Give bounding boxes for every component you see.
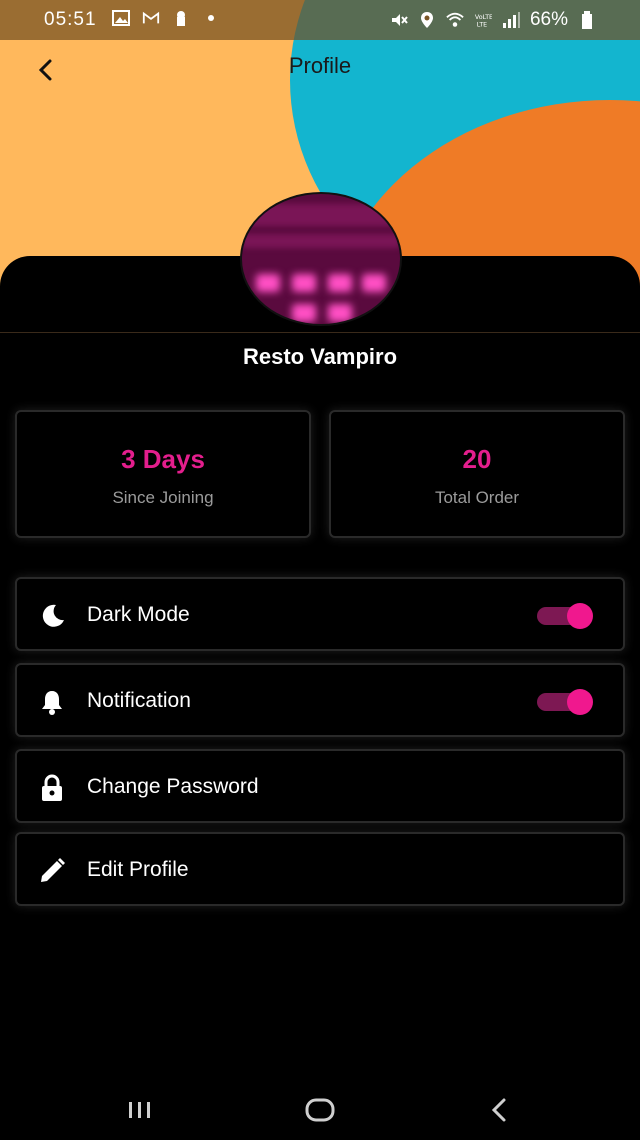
setting-label: Change Password (87, 775, 259, 798)
setting-dark-mode[interactable]: Dark Mode (15, 577, 625, 651)
setting-label: Notification (87, 689, 191, 712)
image-icon (112, 10, 130, 26)
wifi-icon (446, 12, 464, 27)
svg-text:LTE: LTE (477, 21, 487, 28)
avatar-dot (292, 274, 316, 292)
toggle-thumb (567, 689, 593, 715)
battery-icon (582, 11, 592, 29)
setting-label: Dark Mode (87, 603, 190, 626)
svg-text:VoLTE: VoLTE (475, 14, 492, 21)
recent-apps-icon[interactable] (120, 1094, 160, 1126)
avatar-dot (328, 274, 352, 292)
battery-percent: 66% (529, 9, 568, 30)
stat-card-total-order: 20 Total Order (329, 410, 625, 538)
avatar-dot (328, 304, 352, 322)
avatar[interactable] (240, 192, 402, 326)
avatar-dot (362, 274, 386, 292)
stat-label: Since Joining (112, 488, 214, 507)
volte-icon: VoLTELTE (475, 14, 492, 28)
bell-icon (42, 691, 62, 715)
setting-change-password[interactable]: Change Password (15, 749, 625, 823)
pencil-icon (41, 858, 65, 882)
avatar-dot (292, 304, 316, 322)
home-icon[interactable] (300, 1094, 340, 1126)
location-icon (420, 12, 433, 28)
setting-notification[interactable]: Notification (15, 663, 625, 737)
setting-edit-profile[interactable]: Edit Profile (15, 832, 625, 906)
gmail-icon (142, 11, 160, 24)
setting-label: Edit Profile (87, 858, 189, 881)
user-name: Resto Vampiro (242, 344, 398, 369)
stat-value: 20 (462, 444, 492, 474)
back-icon[interactable] (480, 1094, 520, 1126)
divider (0, 332, 640, 333)
dark-mode-toggle[interactable] (537, 603, 593, 629)
system-nav-bar (0, 1080, 640, 1140)
stat-label: Total Order (434, 488, 520, 507)
lock-icon (42, 774, 62, 801)
status-time: 05:51 (44, 9, 97, 30)
app-bar: Profile (0, 40, 640, 100)
stat-value: 3 Days (121, 444, 205, 474)
status-bar: 05:51 VoLTE LTE 66% (0, 0, 640, 40)
signal-icon (502, 12, 520, 28)
avatar-dot (256, 274, 280, 292)
notification-toggle[interactable] (537, 689, 593, 715)
avatar-band (242, 204, 400, 226)
dot-icon (208, 15, 214, 21)
page-title: Profile (288, 53, 352, 78)
moon-icon (42, 604, 64, 627)
toggle-thumb (567, 603, 593, 629)
stat-card-since-joining: 3 Days Since Joining (15, 410, 311, 538)
keyhole-icon (177, 11, 185, 26)
mute-icon (391, 14, 408, 26)
avatar-band (242, 234, 400, 248)
